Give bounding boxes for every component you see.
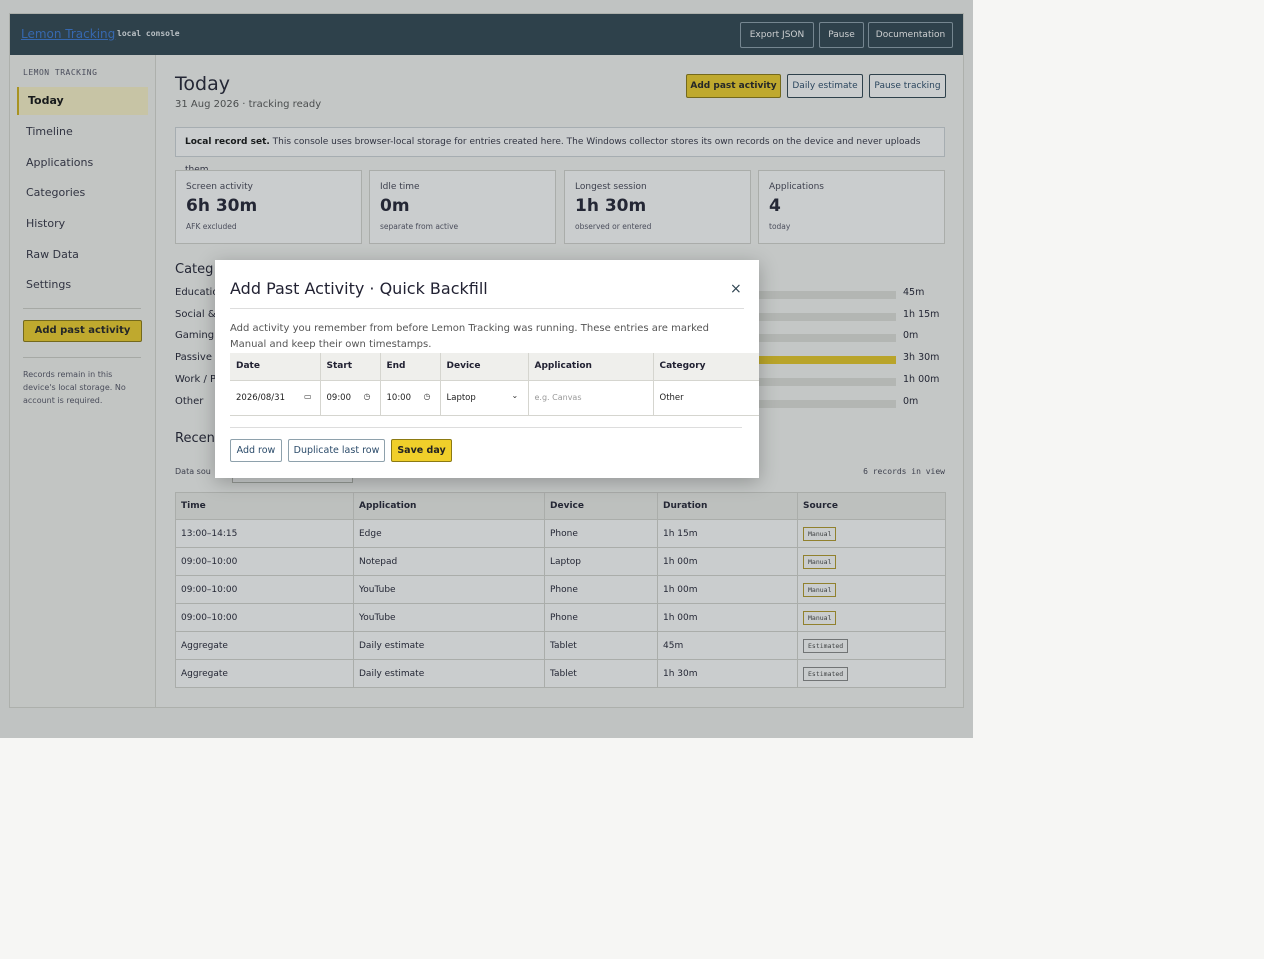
date-input[interactable]: 2026/08/31 ▭ (230, 380, 320, 416)
dialog-title: Add Past Activity · Quick Backfill (230, 279, 488, 298)
device-value: Laptop (446, 392, 476, 403)
chevron-down-icon: ⌄ (511, 390, 519, 400)
column-header-category: Category (652, 353, 759, 381)
end-time-input[interactable]: 10:00 ◷ (379, 380, 440, 416)
dialog-divider (230, 308, 744, 309)
category-select[interactable]: Other (652, 380, 759, 416)
column-header-start: Start (319, 353, 380, 381)
column-header-device: Device (439, 353, 528, 381)
backfill-entry-table: Date Start End Device Application Catego… (230, 353, 759, 416)
device-select[interactable]: Laptop ⌄ (439, 380, 528, 416)
start-time-value: 09:00 (326, 392, 352, 403)
clock-icon[interactable]: ◷ (424, 392, 431, 401)
dialog-divider (230, 427, 742, 428)
column-header-end: End (379, 353, 440, 381)
date-value: 2026/08/31 (236, 392, 285, 403)
dialog-description: Add activity you remember from before Le… (230, 323, 710, 350)
add-past-activity-dialog: Add Past Activity · Quick Backfill × Add… (215, 260, 759, 478)
add-row-button[interactable]: Add row (230, 439, 282, 462)
calendar-icon[interactable]: ▭ (304, 392, 312, 401)
browser-viewport: Lemon Tracking local console Export JSON… (0, 0, 973, 738)
entry-row: 2026/08/31 ▭ 09:00 ◷ 10:00 ◷ Laptop ⌄ e.… (230, 380, 759, 416)
column-header-application: Application (527, 353, 653, 381)
application-input[interactable]: e.g. Canvas (527, 380, 653, 416)
duplicate-last-row-button[interactable]: Duplicate last row (288, 439, 385, 462)
category-value: Other (659, 392, 684, 403)
column-header-date: Date (230, 353, 320, 381)
start-time-input[interactable]: 09:00 ◷ (319, 380, 380, 416)
clock-icon[interactable]: ◷ (364, 392, 371, 401)
form-header-row: Date Start End Device Application Catego… (230, 353, 759, 381)
end-time-value: 10:00 (386, 392, 412, 403)
application-placeholder: e.g. Canvas (534, 392, 582, 402)
close-icon[interactable]: × (730, 281, 742, 297)
save-day-button[interactable]: Save day (391, 439, 452, 462)
